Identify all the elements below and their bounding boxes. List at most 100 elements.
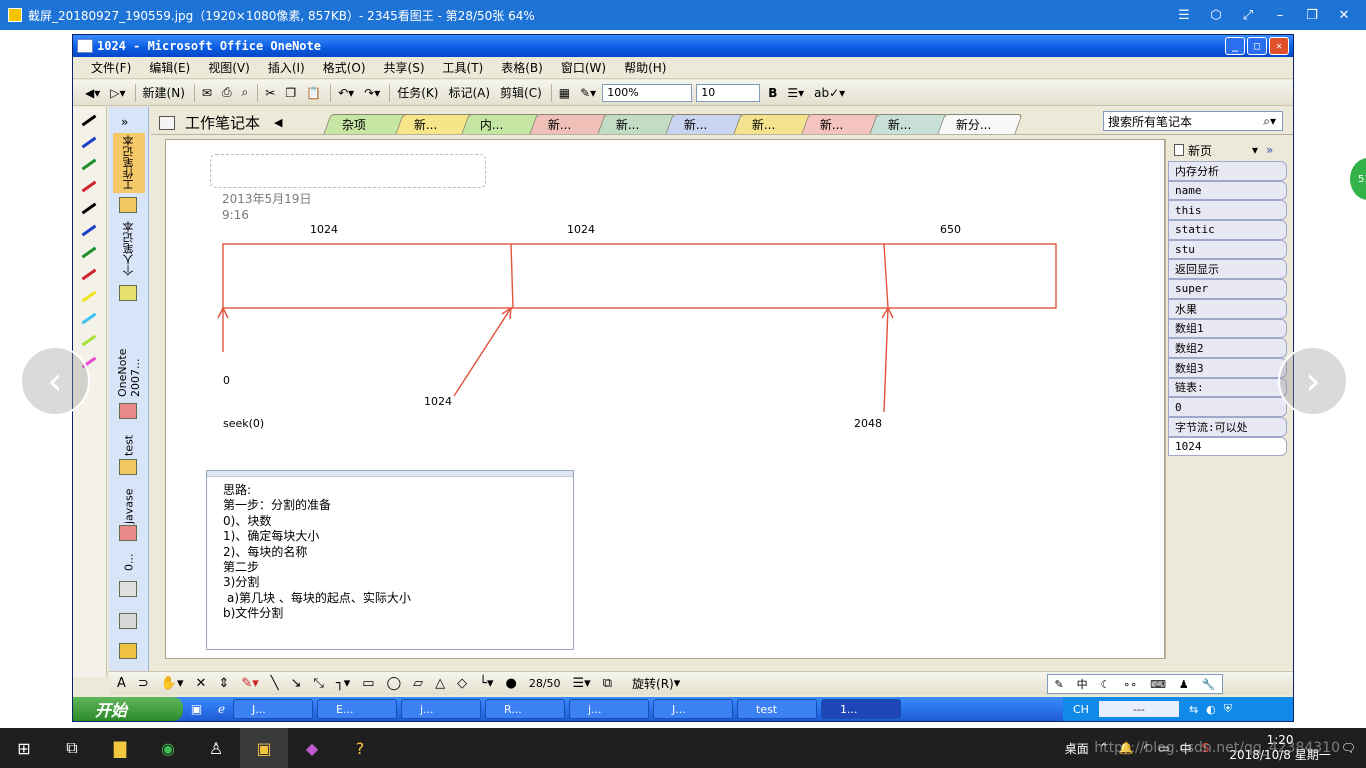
zoom-select[interactable]: 100% <box>602 83 693 102</box>
note-line[interactable]: 思路: <box>207 483 573 498</box>
collapse-left-icon[interactable]: ◀ <box>274 116 282 129</box>
highlighter-yellow-icon[interactable] <box>81 290 97 303</box>
note-line[interactable]: 0)、块数 <box>207 514 573 529</box>
search-icon[interactable]: ⌕▾ <box>1263 114 1276 129</box>
eraser-icon[interactable]: ✕ <box>196 676 207 691</box>
line-icon[interactable]: ╲ <box>271 676 279 691</box>
ime-input[interactable]: --- <box>1098 701 1179 717</box>
pen-black-icon[interactable] <box>81 114 97 127</box>
page-item[interactable]: name <box>1168 180 1287 201</box>
menu-tools[interactable]: 工具(T) <box>443 59 484 76</box>
menu-view[interactable]: 视图(V) <box>208 59 250 76</box>
menu-insert[interactable]: 插入(I) <box>268 59 305 76</box>
connector-icon[interactable]: ┐▾ <box>336 676 350 691</box>
note-container[interactable]: 思路: 第一步：分割的准备 0)、块数 1)、确定每块大小 2)、每块的名称 第… <box>206 470 574 650</box>
section-tab[interactable]: 内... <box>461 114 541 134</box>
note-line[interactable]: 第一步：分割的准备 <box>207 498 573 513</box>
maximize-icon[interactable]: □ <box>1247 37 1267 55</box>
page-item[interactable]: stu <box>1168 239 1287 260</box>
section-tab[interactable]: 新... <box>597 114 677 134</box>
note-line[interactable]: a)第几块 、每块的起点、实际大小 <box>207 591 573 606</box>
menu-icon[interactable]: ☰ <box>1168 0 1200 30</box>
menu-share[interactable]: 共享(S) <box>384 59 425 76</box>
type-icon[interactable]: A <box>117 676 126 691</box>
notebook-javase[interactable]: javase <box>113 481 145 531</box>
close-icon[interactable]: ✕ <box>1269 37 1289 55</box>
restore-button[interactable]: ❐ <box>1296 0 1328 30</box>
pen-green-icon[interactable] <box>81 158 97 171</box>
page-canvas[interactable]: 2013年5月19日 9:16 1024 1024 650 0 1024 see… <box>165 139 1165 659</box>
spellcheck-icon[interactable]: ab✓▾ <box>810 83 849 103</box>
print-icon[interactable]: ⎙ <box>218 83 236 103</box>
page-item[interactable]: static <box>1168 220 1287 240</box>
font-size-select[interactable]: 10 <box>696 83 761 102</box>
rotate-button[interactable]: 旋转(R) <box>632 675 674 692</box>
qq-icon[interactable]: ♙ <box>192 728 240 768</box>
all-notebooks-icon[interactable] <box>119 643 137 659</box>
task-button[interactable]: 任务(K) <box>393 83 442 103</box>
taskbar-button[interactable]: E... <box>317 699 397 719</box>
clip-button[interactable]: 剪辑(C) <box>496 83 546 103</box>
minimize-button[interactable]: – <box>1264 0 1296 30</box>
security-icon[interactable]: ⛨ <box>1224 702 1232 716</box>
page-item[interactable]: 0 <box>1168 397 1287 417</box>
diamond-icon[interactable]: ◇ <box>457 676 467 691</box>
taskbar-button[interactable]: j... <box>569 699 649 719</box>
menu-format[interactable]: 格式(O) <box>323 59 366 76</box>
menu-help[interactable]: 帮助(H) <box>624 59 666 76</box>
taskbar-button-active[interactable]: 1... <box>821 699 901 719</box>
menu-table[interactable]: 表格(B) <box>501 59 543 76</box>
network-icon[interactable]: ⇆ <box>1189 703 1198 716</box>
menu-file[interactable]: 文件(F) <box>91 59 131 76</box>
arrange-icon[interactable]: ⧉ <box>603 676 612 691</box>
back-icon[interactable]: ◀▾ <box>81 83 104 103</box>
preview-icon[interactable]: ⌕ <box>238 83 253 103</box>
note-line[interactable]: 3)分割 <box>207 575 573 590</box>
page-item[interactable]: 返回显示 <box>1168 259 1287 280</box>
highlighter-lime-icon[interactable] <box>81 334 97 347</box>
windows-start-icon[interactable]: ⊞ <box>0 728 48 768</box>
taskbar-button[interactable]: j... <box>401 699 481 719</box>
moon-icon[interactable]: ☾ <box>1101 678 1111 691</box>
page-item[interactable]: 内存分析 <box>1168 161 1287 181</box>
ime-chinese-icon[interactable]: 中 <box>1077 676 1088 692</box>
file-explorer-icon[interactable]: ▇ <box>96 728 144 768</box>
ink-dots-icon[interactable]: ∘∘ <box>1123 678 1137 691</box>
note-line[interactable]: b)文件分割 <box>207 606 573 621</box>
table-icon[interactable]: ▦ <box>555 83 574 103</box>
list-icon[interactable]: ☰▾ <box>783 83 808 103</box>
page-item[interactable]: this <box>1168 200 1287 221</box>
search-input[interactable]: 搜索所有笔记本 ⌕▾ <box>1103 111 1283 131</box>
volume-icon[interactable]: ◐ <box>1206 703 1216 716</box>
pen-tool-icon[interactable]: ✎▾ <box>241 676 258 691</box>
section-tab[interactable]: 新... <box>665 114 745 134</box>
minimize-icon[interactable]: _ <box>1225 37 1245 55</box>
ellipse-icon[interactable]: ◯ <box>387 676 402 691</box>
section-tab[interactable]: 新... <box>801 114 881 134</box>
rectangle-icon[interactable]: ▭ <box>362 676 374 691</box>
thickness-icon[interactable]: ☰▾ <box>573 676 591 691</box>
pen-red-thin-icon[interactable] <box>81 268 97 281</box>
taskbar-button[interactable]: J... <box>653 699 733 719</box>
rotate-chevron-icon[interactable]: ▾ <box>674 676 681 691</box>
expand-icon[interactable]: » <box>121 115 128 129</box>
expand-right-icon[interactable]: » <box>1266 143 1273 157</box>
email-icon[interactable]: ✉ <box>198 83 216 103</box>
page-item[interactable]: 数组1 <box>1168 318 1287 339</box>
menu-edit[interactable]: 编辑(E) <box>149 59 190 76</box>
cut-icon[interactable]: ✂ <box>261 83 279 103</box>
triangle-icon[interactable]: △ <box>435 676 445 691</box>
forward-icon[interactable]: ▷▾ <box>106 83 129 103</box>
undo-icon[interactable]: ↶▾ <box>334 83 358 103</box>
pen-blue-thin-icon[interactable] <box>81 224 97 237</box>
color-icon[interactable]: ● <box>505 676 516 691</box>
skin-icon[interactable]: ⬡ <box>1200 0 1232 30</box>
language-indicator[interactable]: CH <box>1073 703 1089 716</box>
pan-icon[interactable]: ✋▾ <box>161 676 184 691</box>
keyboard-icon[interactable]: ⌨ <box>1150 678 1166 691</box>
pen-blue-icon[interactable] <box>81 136 97 149</box>
arrow-icon[interactable]: ↘ <box>291 676 302 691</box>
ink-pen-icon[interactable]: ✎ <box>1054 678 1063 691</box>
browser-icon[interactable]: ◉ <box>144 728 192 768</box>
pen-black-thin-icon[interactable] <box>81 202 97 215</box>
